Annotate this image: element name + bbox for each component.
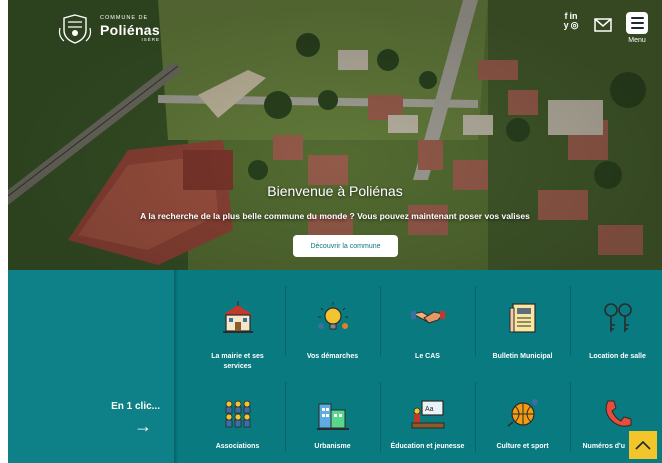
logo-commune: COMMUNE DE (100, 14, 149, 21)
tile-label: Urbanisme (314, 443, 351, 450)
keys-icon (603, 303, 632, 332)
tile-location-salle[interactable]: Location de salle (570, 280, 662, 376)
social-links: f in y ◎ (562, 12, 580, 30)
page: COMMUNE DE Poliénas ISÈRE f in y ◎ Menu … (0, 0, 662, 463)
instagram-icon[interactable]: ◎ (571, 21, 579, 30)
menu-label: Menu (628, 37, 646, 44)
tile-cas[interactable]: Le CAS (380, 280, 475, 376)
site-logo[interactable]: COMMUNE DE Poliénas ISÈRE (56, 12, 160, 46)
tile-demarches[interactable]: Vos démarches (285, 280, 380, 376)
quick-links-header: En 1 clic... → (8, 270, 174, 463)
tile-mairie[interactable]: La mairie et ses services (190, 280, 285, 376)
hero-subtitle: A la recherche de la plus belle commune … (140, 211, 530, 221)
newspaper-icon (509, 303, 536, 333)
discover-button[interactable]: Découvrir la commune (293, 235, 398, 257)
twitter-icon[interactable]: y (564, 21, 569, 30)
tile-label: Culture et sport (496, 443, 549, 450)
town-hall-icon (222, 301, 253, 333)
mail-icon[interactable] (594, 18, 612, 32)
top-icons: f in y ◎ Menu (562, 12, 648, 44)
hero-title: Bienvenue à Poliénas (267, 183, 403, 199)
tile-label: Location de salle (589, 353, 646, 360)
hero-banner: COMMUNE DE Poliénas ISÈRE f in y ◎ Menu … (8, 0, 662, 270)
people-group-icon (225, 400, 250, 428)
tile-education[interactable]: Aa Éducation et jeunesse (380, 376, 475, 463)
crest-icon (58, 14, 92, 44)
panel-shadow (174, 270, 178, 463)
handshake-icon (410, 311, 445, 324)
tile-urbanisme[interactable]: Urbanisme (285, 376, 380, 463)
menu-button[interactable]: Menu (626, 12, 648, 44)
tile-label: Éducation et jeunesse (390, 443, 465, 450)
sports-ball-icon (507, 399, 538, 427)
scroll-top-button[interactable] (629, 431, 657, 459)
tile-label: La mairie et ses services (211, 353, 264, 370)
tile-label: Le CAS (415, 353, 440, 360)
lightbulb-icon (317, 302, 348, 330)
logo-name: Poliénas (100, 22, 160, 38)
tile-culture-sport[interactable]: Culture et sport (475, 376, 570, 463)
phone-icon (605, 400, 631, 427)
buildings-icon (316, 403, 349, 430)
chevron-up-icon (635, 440, 651, 450)
tile-associations[interactable]: Associations (190, 376, 285, 463)
arrow-right-icon[interactable]: → (134, 417, 152, 435)
tile-label: Associations (215, 443, 260, 450)
quick-links-label: En 1 clic... (111, 401, 160, 412)
classroom-icon: Aa (411, 400, 444, 429)
hamburger-icon (626, 12, 648, 34)
tile-label: Bulletin Municipal (492, 353, 553, 360)
logo-dept: ISÈRE (141, 37, 160, 42)
tile-bulletin[interactable]: Bulletin Municipal (475, 280, 570, 376)
svg-text:Aa: Aa (425, 406, 434, 413)
quick-links: En 1 clic... → La mairie et ses services (8, 270, 662, 463)
tile-label: Vos démarches (306, 353, 359, 360)
